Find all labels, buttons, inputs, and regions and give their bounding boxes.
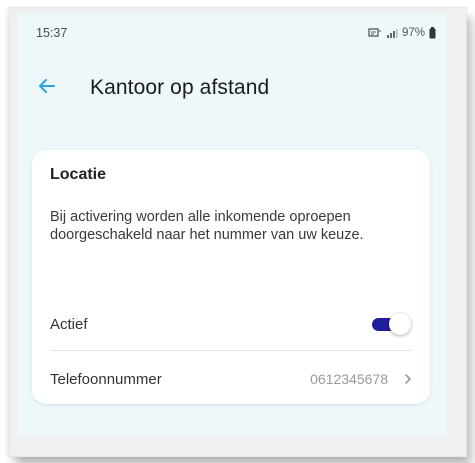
arrow-left-icon: [39, 78, 55, 98]
status-time: 15:37: [36, 26, 68, 40]
status-indicators: 97%: [368, 27, 436, 39]
chevron-right-icon: [404, 373, 412, 385]
phone-number-row[interactable]: Telefoonnummer 0612345678: [32, 355, 430, 403]
battery-percentage: 97%: [401, 27, 425, 39]
app-bar: Kantoor op afstand: [18, 66, 446, 110]
phone-number-value: 0612345678: [310, 371, 388, 387]
back-button[interactable]: [22, 66, 72, 110]
active-toggle[interactable]: [372, 313, 412, 335]
card-description: Bij activering worden alle inkomende opr…: [50, 209, 364, 243]
wifi-calling-icon: [368, 27, 382, 39]
toggle-thumb: [389, 313, 411, 335]
phone-number-value-group: 0612345678: [310, 371, 412, 387]
row-divider: [50, 350, 412, 351]
location-card: Locatie Bij activering worden alle inkom…: [32, 150, 430, 404]
page-title: Kantoor op afstand: [90, 76, 270, 99]
app-screen: 15:37 97% Kantoor op afstand Locatie Bij…: [18, 14, 446, 436]
active-row: Actief: [32, 300, 430, 348]
active-label: Actief: [50, 315, 88, 333]
battery-icon: [429, 27, 436, 39]
signal-icon: [386, 28, 398, 39]
phone-number-label: Telefoonnummer: [50, 370, 162, 388]
status-bar: 15:37 97%: [18, 14, 446, 52]
card-title: Locatie: [50, 166, 107, 183]
